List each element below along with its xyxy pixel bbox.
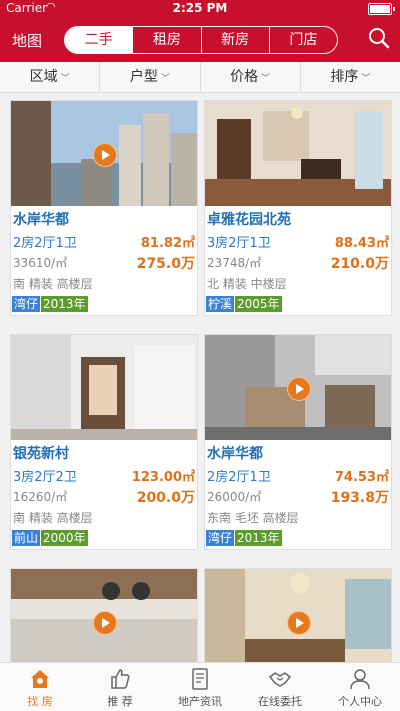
listing-card[interactable]: 银苑新村 3房2厅2卫 123.00㎡ 16260/㎡ 200.0万 南 精装 … [10,334,198,550]
listing-name[interactable]: 水岸华都 [13,209,69,229]
listing-type-tabs: 二手 租房 新房 门店 [64,26,338,54]
listing-card[interactable]: 水岸华都 2房2厅1卫 74.53㎡ 26000/㎡ 193.8万 东南 毛坯 … [204,334,392,550]
year-badge: 2013年 [41,296,88,312]
listing-unit-price: 16260/㎡ [13,490,68,504]
listing-unit-price: 33610/㎡ [13,256,68,270]
listing-unit-price: 23748/㎡ [207,256,262,270]
clock: 2:25 PM [172,1,228,15]
bottom-nav: 找 房 推 荐 地产资讯 在线委托 个人中心 [0,662,400,711]
nav-label: 找 房 [27,695,53,708]
nav-label: 在线委托 [258,695,302,708]
listing-photo[interactable] [205,335,391,440]
battery-icon [368,3,395,15]
map-button[interactable]: 地图 [12,30,42,51]
listing-photo-image [11,335,197,440]
district-badge: 湾仔 [206,530,235,546]
listing-photo[interactable] [11,335,197,440]
listing-tags: 柠溪 2005年 [206,295,282,312]
listing-name[interactable]: 水岸华都 [207,443,263,463]
video-play-icon[interactable] [93,610,117,635]
nav-label: 推 荐 [107,695,133,708]
tab-new-homes[interactable]: 新房 [200,27,269,53]
year-badge: 2000年 [41,530,88,546]
listing-tags: 湾仔 2013年 [206,529,282,546]
listing-tags: 湾仔 2013年 [12,295,88,312]
listing-unit-price: 26000/㎡ [207,490,262,504]
nav-label: 个人中心 [338,695,382,708]
listing-total-price: 200.0万 [136,490,195,506]
handshake-icon [268,672,292,687]
listing-card[interactable] [10,568,198,662]
listing-total-price: 275.0万 [136,256,195,272]
listing-grid: 水岸华都 2房2厅1卫 81.82㎡ 33610/㎡ 275.0万 南 精装 高… [0,92,400,662]
nav-online-entrust[interactable]: 在线委托 [240,663,320,711]
thumbs-up-icon [111,669,130,689]
filter-label: 排序 [330,69,359,85]
chevron-down-icon: ﹀ [361,74,371,84]
listing-total-price: 193.8万 [330,490,389,506]
listing-rooms: 3房2厅1卫 [207,236,271,251]
listing-card[interactable]: 卓雅花园北苑 3房2厅1卫 88.43㎡ 23748/㎡ 210.0万 北 精装… [204,100,392,316]
listing-area: 88.43㎡ [334,236,389,251]
listing-total-price: 210.0万 [330,256,389,272]
search-icon[interactable] [368,27,390,49]
listing-photo-image [205,101,391,206]
listing-features: 南 精装 高楼层 [13,277,93,291]
listing-card[interactable]: 水岸华都 2房2厅1卫 81.82㎡ 33610/㎡ 275.0万 南 精装 高… [10,100,198,316]
listing-features: 南 精装 高楼层 [13,511,93,525]
listing-card[interactable] [204,568,392,662]
tab-second-hand[interactable]: 二手 [65,27,133,53]
nav-recommend[interactable]: 推 荐 [80,663,160,711]
video-play-icon[interactable] [287,376,311,401]
video-play-icon[interactable] [287,610,311,635]
listing-name[interactable]: 银苑新村 [13,443,69,463]
filter-label: 区域 [29,69,58,85]
filter-price[interactable]: 价格 ﹀ [199,62,300,92]
year-badge: 2013年 [235,530,282,546]
document-icon [192,668,208,690]
listing-name[interactable]: 卓雅花园北苑 [207,209,291,229]
year-badge: 2005年 [235,296,282,312]
filter-sort[interactable]: 排序 ﹀ [299,62,400,92]
top-bar: Carrier ◠ 2:25 PM 地图 二手 租房 新房 门店 [0,0,400,62]
filter-label: 户型 [129,69,158,85]
listing-features: 北 精装 中楼层 [207,277,287,291]
listing-features: 东南 毛坯 高楼层 [207,511,299,525]
district-badge: 前山 [12,530,41,546]
listing-photo[interactable] [11,569,197,662]
video-play-icon[interactable] [93,142,117,167]
filter-bar: 区域 ﹀ 户型 ﹀ 价格 ﹀ 排序 ﹀ [0,62,400,93]
listing-photo[interactable] [11,101,197,206]
tab-rental[interactable]: 租房 [132,27,200,53]
tab-stores[interactable]: 门店 [268,27,337,53]
filter-label: 价格 [230,69,259,85]
filter-layout[interactable]: 户型 ﹀ [99,62,199,92]
person-icon [350,669,370,690]
listing-rooms: 2房2厅1卫 [13,236,77,251]
chevron-down-icon: ﹀ [160,74,170,84]
listing-photo[interactable] [205,101,391,206]
chevron-down-icon: ﹀ [261,74,271,84]
listing-area: 123.00㎡ [131,470,195,485]
listing-rooms: 3房2厅2卫 [13,470,77,485]
chevron-down-icon: ﹀ [60,74,70,84]
filter-district[interactable]: 区域 ﹀ [0,62,99,92]
nav-profile[interactable]: 个人中心 [320,663,400,711]
nav-label: 地产资讯 [178,695,222,708]
listing-area: 81.82㎡ [140,236,195,251]
status-bar: Carrier ◠ 2:25 PM [0,0,400,18]
listing-rooms: 2房2厅1卫 [207,470,271,485]
listing-area: 74.53㎡ [334,470,389,485]
listing-tags: 前山 2000年 [12,529,88,546]
house-icon [31,670,49,688]
nav-find-home[interactable]: 找 房 [0,663,80,711]
district-badge: 柠溪 [206,296,235,312]
listing-photo[interactable] [205,569,391,662]
district-badge: 湾仔 [12,296,41,312]
nav-news[interactable]: 地产资讯 [160,663,240,711]
